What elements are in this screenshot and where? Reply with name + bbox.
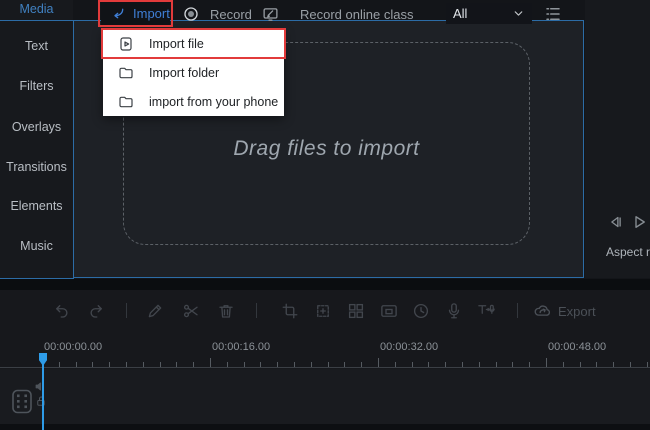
aspect-ratio-label: Aspect r (606, 245, 650, 259)
timeline-ruler[interactable]: 00:00:00.00 00:00:16.00 00:00:32.00 00:00:4… (0, 341, 650, 368)
record-button[interactable]: Record (183, 4, 252, 24)
screen-record-icon (262, 6, 279, 23)
file-play-icon (118, 36, 134, 52)
cut-icon[interactable] (182, 302, 200, 320)
folder-icon (118, 94, 134, 110)
dropzone-hint: Drag files to import (233, 137, 420, 160)
menu-item-label: import from your phone (149, 94, 279, 109)
export-icon[interactable] (533, 302, 551, 320)
list-view-icon[interactable] (544, 5, 562, 23)
text-to-speech-icon[interactable] (477, 302, 495, 320)
sidebar-item-overlays[interactable]: Overlays (0, 119, 73, 135)
speaker-icon[interactable] (34, 380, 47, 393)
play-icon[interactable] (630, 213, 648, 231)
record-label: Record (210, 6, 252, 22)
preview-panel: Aspect r (585, 0, 650, 278)
sidebar-item-transitions[interactable]: Transitions (0, 159, 73, 175)
sidebar-item-music[interactable]: Music (0, 238, 73, 254)
sidebar-item-text[interactable]: Text (0, 38, 73, 54)
import-button[interactable]: Import (101, 2, 170, 25)
export-label[interactable]: Export (558, 304, 596, 319)
panel-border (0, 20, 74, 21)
menu-item-import-file[interactable]: Import file (103, 29, 284, 58)
import-icon (110, 6, 126, 22)
tool-sidebar: Media Text Filters Overlays Transitions … (0, 0, 73, 278)
ruler-baseline (0, 367, 650, 368)
voiceover-icon[interactable] (445, 302, 463, 320)
record-online-class-label: Record online class (300, 6, 414, 22)
toolbar-divider (126, 303, 127, 318)
redo-icon[interactable] (87, 302, 105, 320)
video-editor-window: { "sidebar": { "items": [ { "label": "Me… (0, 0, 650, 430)
transform-icon[interactable] (314, 302, 332, 320)
delete-icon[interactable] (217, 302, 235, 320)
timeline-section: Export 00:00:00.00 00:00:16.00 00:00:32.00… (0, 290, 650, 430)
media-filter-select[interactable]: All (446, 3, 532, 24)
previous-frame-icon[interactable] (607, 213, 625, 231)
folder-icon (118, 65, 134, 81)
sidebar-item-elements[interactable]: Elements (0, 198, 73, 214)
ruler-timestamp: 00:00:32.00 (380, 341, 439, 353)
menu-item-import-from-phone[interactable]: import from your phone (103, 87, 284, 116)
ruler-timestamp: 00:00:48.00 (548, 341, 607, 353)
toolbar-divider (517, 303, 518, 318)
chevron-down-icon (512, 7, 525, 20)
undo-icon[interactable] (53, 302, 71, 320)
section-divider (0, 279, 650, 290)
edit-icon[interactable] (146, 302, 164, 320)
record-icon (183, 6, 199, 22)
mosaic-icon[interactable] (347, 302, 365, 320)
filmstrip-icon (10, 388, 34, 415)
sidebar-item-filters[interactable]: Filters (0, 78, 73, 94)
media-filter-value: All (453, 6, 468, 21)
record-online-class-button[interactable]: Record online class (262, 4, 413, 24)
ruler-timestamp: 00:00:16.00 (212, 341, 271, 353)
sidebar-item-media[interactable]: Media (0, 1, 73, 17)
menu-item-label: Import folder (149, 65, 220, 80)
import-label: Import (133, 6, 170, 21)
menu-item-label: Import file (149, 36, 204, 51)
timeline-bottom-strip (0, 424, 650, 430)
crop-icon[interactable] (281, 302, 299, 320)
import-dropdown-menu: Import file Import folder import from yo… (103, 29, 284, 116)
duration-icon[interactable] (412, 302, 430, 320)
ruler-timestamp: 00:00:00.00 (44, 341, 103, 353)
video-track-lane[interactable] (0, 369, 650, 424)
toolbar-divider (256, 303, 257, 318)
lock-open-icon[interactable] (35, 395, 47, 407)
pip-icon[interactable] (380, 302, 398, 320)
menu-item-import-folder[interactable]: Import folder (103, 58, 284, 87)
